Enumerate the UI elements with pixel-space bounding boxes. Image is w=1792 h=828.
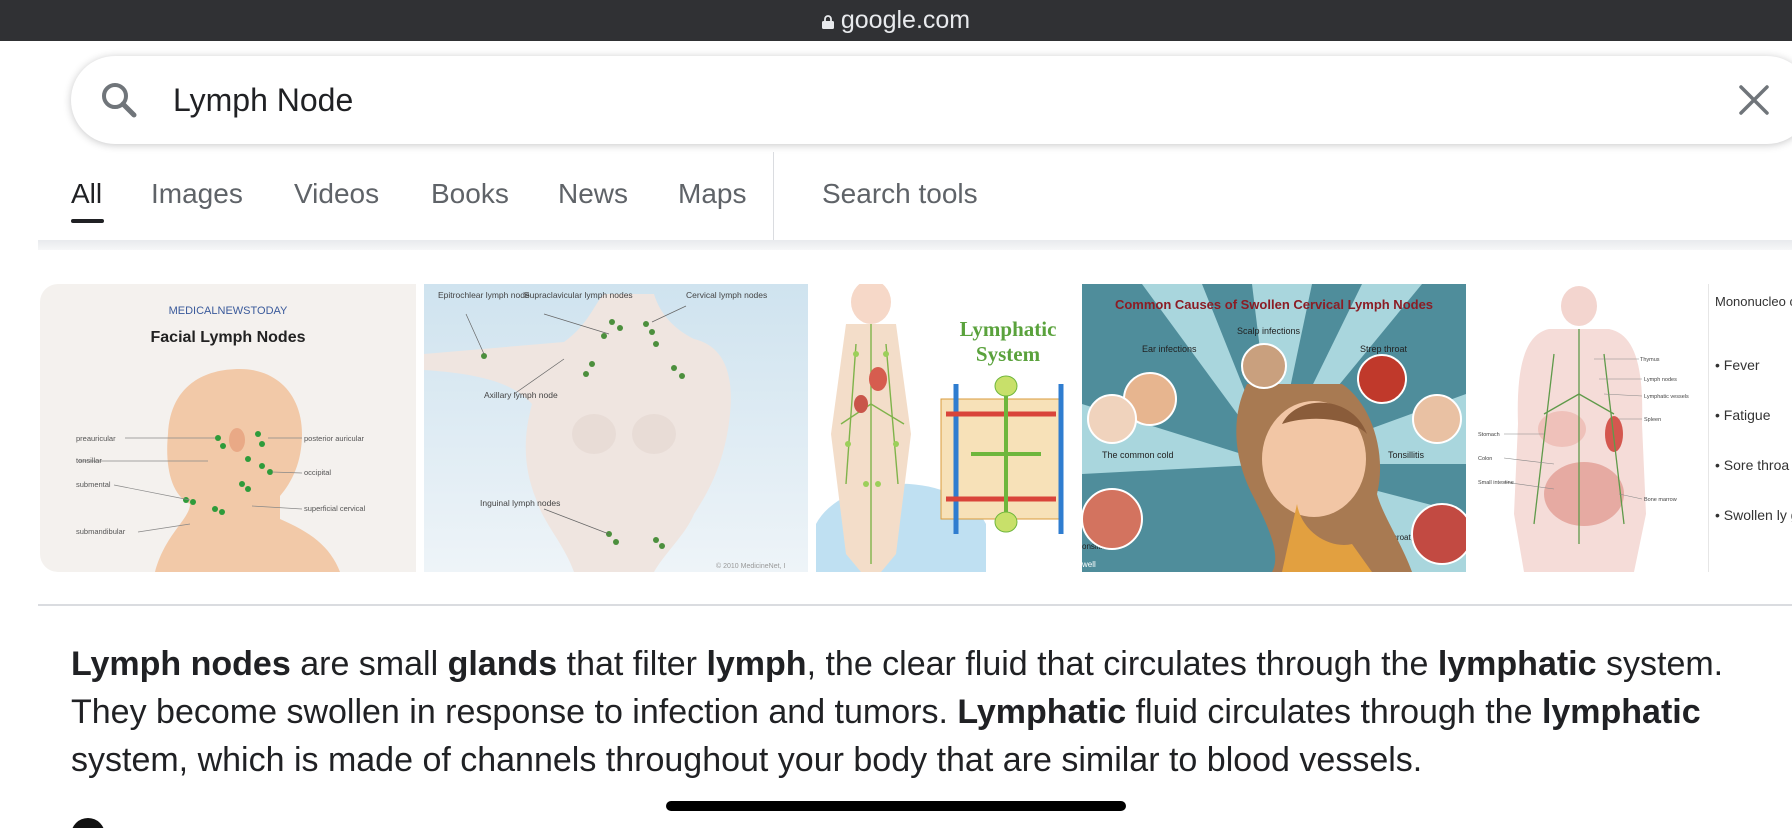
snippet-highlight: Lymph nodes bbox=[71, 645, 291, 683]
image-label: posterior auricular bbox=[304, 434, 365, 443]
image-header: Mononucleo causes: bbox=[1715, 294, 1792, 309]
image-label: Epitrochlear lymph node bbox=[438, 290, 530, 300]
image-label: Lymph nodes bbox=[1644, 377, 1677, 383]
tab-news[interactable]: News bbox=[558, 178, 628, 210]
image-result-facial-lymph-nodes[interactable]: MEDICALNEWSTODAY Facial Lymph Nodes prea… bbox=[40, 284, 416, 572]
image-title: Facial Lymph Nodes bbox=[151, 329, 306, 346]
image-item: • Swollen ly glands bbox=[1715, 507, 1792, 523]
snippet-highlight: Lymphatic bbox=[957, 693, 1127, 731]
tab-search-tools[interactable]: Search tools bbox=[822, 178, 978, 210]
snippet-text: are small bbox=[290, 645, 448, 683]
image-title: Lymphatic bbox=[960, 317, 1057, 341]
browser-url: google.com bbox=[840, 6, 971, 34]
snippet-highlight: lymphatic bbox=[1541, 693, 1701, 731]
image-title: Common Causes of Swollen Cervical Lymph … bbox=[1115, 297, 1433, 312]
image-label: Small intestine bbox=[1478, 480, 1514, 486]
search-tabs: All Images Videos Books News Maps Search… bbox=[0, 150, 1792, 240]
image-label: Thymus bbox=[1640, 357, 1660, 363]
tab-videos[interactable]: Videos bbox=[294, 178, 379, 210]
header-shadow bbox=[38, 240, 1792, 250]
snippet-text: , the clear fluid that circulates throug… bbox=[806, 645, 1438, 683]
image-result-body-lymph-nodes[interactable]: Epitrochlear lymph node Supraclavicular … bbox=[424, 284, 808, 572]
image-item: • Fatigue bbox=[1715, 407, 1771, 423]
image-label: Strep throat bbox=[1360, 344, 1408, 354]
image-label: Lymphatic vessels bbox=[1644, 394, 1689, 400]
image-brand: MEDICALNEWSTODAY bbox=[169, 305, 288, 317]
image-result-mononucleosis[interactable]: Mononucleo causes: • Fever • Fatigue • S… bbox=[1708, 284, 1792, 572]
image-result-swollen-cervical-nodes[interactable]: Common Causes of Swollen Cervical Lymph … bbox=[1082, 284, 1466, 572]
snippet-highlight: lymphatic bbox=[1437, 645, 1597, 683]
active-tab-indicator bbox=[71, 219, 104, 223]
image-item: • Sore throa bbox=[1715, 457, 1789, 473]
home-indicator[interactable] bbox=[666, 801, 1126, 811]
image-label: superficial cervical bbox=[304, 504, 366, 513]
image-label: tonsillar bbox=[76, 456, 102, 465]
tab-books[interactable]: Books bbox=[431, 178, 509, 210]
search-icon[interactable] bbox=[99, 80, 139, 120]
snippet-highlight: glands bbox=[447, 645, 558, 683]
image-result-lymphatic-system[interactable]: Lymphatic System bbox=[816, 284, 1074, 572]
image-label: Cervical lymph nodes bbox=[686, 290, 767, 300]
source-favicon[interactable] bbox=[71, 818, 105, 828]
image-label: Spleen bbox=[1644, 417, 1661, 423]
close-icon[interactable] bbox=[1736, 82, 1772, 118]
section-divider bbox=[38, 604, 1792, 606]
tab-maps[interactable]: Maps bbox=[678, 178, 746, 210]
image-label: Inguinal lymph nodes bbox=[480, 498, 560, 508]
image-subtitle: System bbox=[976, 342, 1041, 366]
snippet-text: fluid circulates through the bbox=[1126, 693, 1542, 731]
image-label: Stomach bbox=[1478, 432, 1500, 438]
image-label: preauricular bbox=[76, 434, 116, 443]
image-label: submental bbox=[76, 480, 111, 489]
image-item: • Fever bbox=[1715, 357, 1760, 373]
tab-images[interactable]: Images bbox=[151, 178, 243, 210]
featured-snippet: Lymph nodes are small glands that filter… bbox=[71, 640, 1791, 784]
image-label: The common cold bbox=[1102, 450, 1174, 460]
browser-address-bar[interactable]: google.com bbox=[0, 0, 1792, 41]
lock-icon bbox=[821, 14, 834, 29]
search-box[interactable] bbox=[71, 56, 1792, 144]
image-label: Tonsillitis bbox=[1388, 450, 1425, 460]
search-input[interactable] bbox=[173, 56, 1673, 144]
image-label: Supraclavicular lymph nodes bbox=[524, 290, 633, 300]
tab-all[interactable]: All bbox=[71, 178, 102, 210]
image-label: occipital bbox=[304, 468, 331, 477]
snippet-text: that filter bbox=[557, 645, 707, 683]
snippet-text: system, which is made of channels throug… bbox=[71, 741, 1423, 779]
image-result-anatomy-lymph[interactable]: Thymus Lymph nodes Lymphatic vessels Spl… bbox=[1474, 284, 1700, 572]
image-label: submandibular bbox=[76, 527, 126, 536]
image-credit: © 2010 MedicineNet, I bbox=[716, 562, 785, 570]
image-label: Ear infections bbox=[1142, 344, 1197, 354]
image-label: Axillary lymph node bbox=[484, 390, 558, 400]
image-label: Scalp infections bbox=[1237, 326, 1301, 336]
image-label: well bbox=[1082, 560, 1096, 569]
tab-separator bbox=[773, 152, 774, 240]
image-label: Bone marrow bbox=[1644, 497, 1677, 503]
image-label: Colon bbox=[1478, 456, 1492, 462]
snippet-highlight: lymph bbox=[706, 645, 807, 683]
